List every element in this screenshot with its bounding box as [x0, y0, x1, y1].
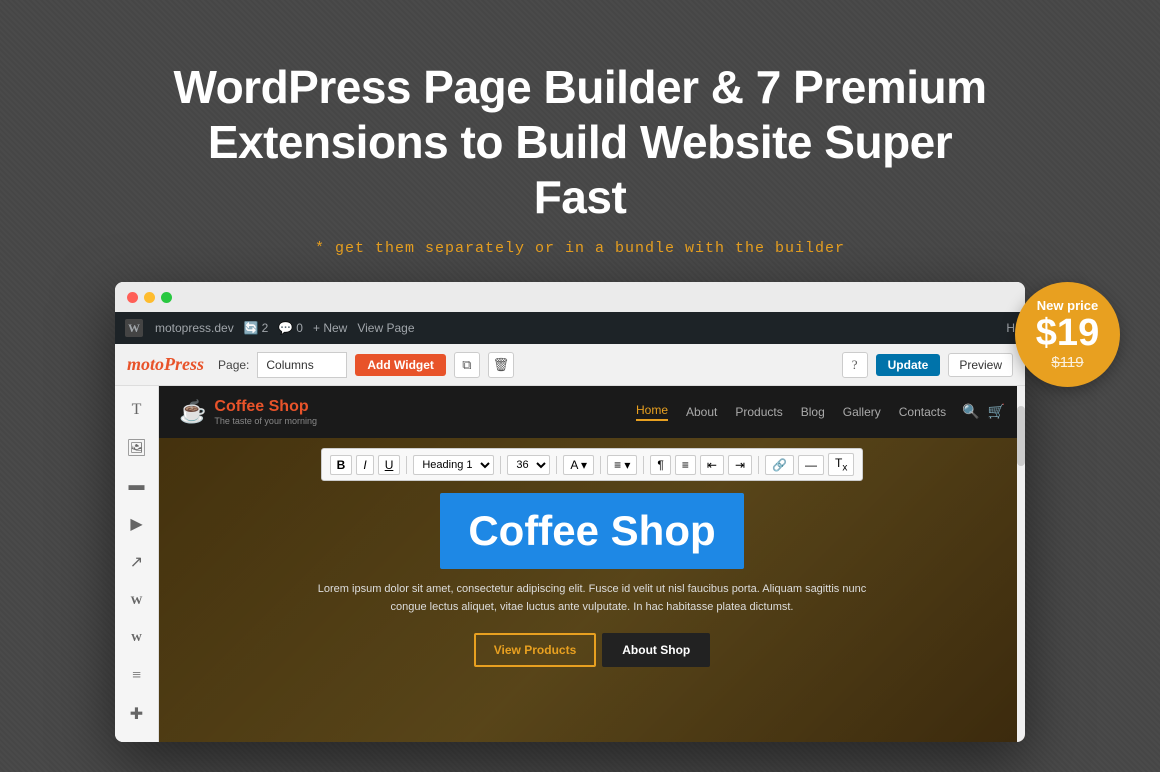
rte-fontsize-select[interactable]: 36	[507, 455, 550, 475]
sidebar-icon-image[interactable]: 🖼	[121, 432, 153, 464]
sidebar-icon-wp[interactable]: W	[121, 584, 153, 616]
site-nav: ☕ Coffee Shop The taste of your morning …	[159, 386, 1025, 438]
site-nav-products[interactable]: Products	[735, 405, 782, 419]
site-logo-name: Coffee Shop	[214, 398, 317, 416]
coffee-shop-heading: Coffee Shop	[468, 507, 715, 554]
price-badge: New price $19 $119	[1015, 282, 1120, 387]
wp-view-page[interactable]: View Page	[357, 321, 414, 335]
browser-window: W motopress.dev 🔄 2 💬 0 + New View Pag	[115, 282, 1025, 742]
wp-updates[interactable]: 🔄 2	[244, 321, 269, 335]
cta-buttons: View Products About Shop	[474, 633, 710, 667]
rte-italic-btn[interactable]: I	[356, 455, 373, 475]
rte-clear-btn[interactable]: Tx	[828, 453, 854, 476]
rte-bold-btn[interactable]: B	[330, 455, 353, 475]
rte-indent-btn[interactable]: ⇤	[700, 455, 724, 475]
wp-admin-bar: W motopress.dev 🔄 2 💬 0 + New View Pag	[115, 312, 1025, 344]
mp-toolbar: motoPress Page: Add Widget ⧉ 🗑 ? Update …	[115, 344, 1025, 386]
mp-page-label: Page:	[218, 358, 249, 372]
wp-admin-bar-items: motopress.dev 🔄 2 💬 0 + New View Page	[155, 321, 415, 335]
mp-page-input[interactable]	[257, 352, 347, 378]
main-title: WordPress Page Builder & 7 Premium Exten…	[170, 60, 990, 226]
view-products-btn[interactable]: View Products	[474, 633, 596, 667]
site-nav-about[interactable]: About	[686, 405, 717, 419]
wp-comments[interactable]: 💬 0	[278, 321, 303, 335]
wp-logo-icon: W	[125, 319, 143, 337]
mp-add-widget-btn[interactable]: Add Widget	[355, 354, 446, 376]
mp-help-btn[interactable]: ?	[842, 352, 868, 378]
search-icon[interactable]: 🔍	[962, 404, 979, 421]
cart-icon[interactable]: 🛒	[988, 404, 1005, 421]
builder-body: T 🖼 ▬ ▶ ↗ W W ≡ ✚ ☕ Coffee Shop	[115, 386, 1025, 742]
rte-toolbar: B I U Heading 1 36 A ▾	[321, 448, 864, 481]
sidebar-icon-section[interactable]: ▬	[121, 470, 153, 502]
mp-preview-btn[interactable]: Preview	[948, 353, 1013, 377]
page-background: WordPress Page Builder & 7 Premium Exten…	[0, 0, 1160, 287]
site-logo-icon: ☕	[179, 399, 206, 425]
rte-color-btn[interactable]: A ▾	[563, 455, 594, 475]
site-nav-contacts[interactable]: Contacts	[899, 405, 946, 419]
wp-new-link[interactable]: + New	[313, 321, 347, 335]
price-old: $119	[1051, 354, 1083, 371]
scrollbar-track	[1017, 386, 1025, 742]
content-area: ☕ Coffee Shop The taste of your morning …	[159, 386, 1025, 742]
mp-copy-btn[interactable]: ⧉	[454, 352, 480, 378]
rte-divider-3	[556, 456, 557, 474]
wp-admin-right: H	[1006, 321, 1015, 335]
browser-dot-green[interactable]	[161, 292, 172, 303]
rte-divider-1	[406, 456, 407, 474]
rte-link-btn[interactable]: 🔗	[765, 455, 794, 475]
sidebar-icon-woo[interactable]: W	[121, 622, 153, 654]
price-current: $19	[1036, 313, 1099, 355]
rte-underline-btn[interactable]: U	[378, 455, 401, 475]
wp-site-url[interactable]: motopress.dev	[155, 321, 234, 335]
sidebar-icon-plus[interactable]: ✚	[121, 698, 153, 730]
site-nav-gallery[interactable]: Gallery	[843, 405, 881, 419]
heading-block[interactable]: Coffee Shop	[440, 493, 743, 569]
site-nav-items: Home About Products Blog Gallery Contact…	[636, 403, 946, 421]
site-logo-text: Coffee Shop The taste of your morning	[214, 398, 317, 426]
rte-divider-6	[758, 456, 759, 474]
rte-ul-btn[interactable]: ≡	[675, 455, 696, 475]
site-nav-blog[interactable]: Blog	[801, 405, 825, 419]
site-logo-tagline: The taste of your morning	[214, 416, 317, 426]
rte-divider-4	[600, 456, 601, 474]
mp-logo: motoPress	[127, 354, 204, 375]
about-shop-btn[interactable]: About Shop	[602, 633, 710, 667]
rte-align-btn[interactable]: ≡ ▾	[607, 455, 637, 475]
rte-ol-btn[interactable]: ¶	[650, 455, 670, 475]
scrollbar-thumb[interactable]	[1017, 406, 1025, 466]
browser-dot-red[interactable]	[127, 292, 138, 303]
price-new-label: New price	[1037, 298, 1098, 313]
site-hero: B I U Heading 1 36 A ▾	[159, 438, 1025, 742]
body-text: Lorem ipsum dolor sit amet, consectetur …	[312, 581, 872, 616]
browser-chrome	[115, 282, 1025, 312]
rte-divider-2	[500, 456, 501, 474]
site-nav-home[interactable]: Home	[636, 403, 668, 421]
site-nav-icons: 🔍 🛒	[962, 404, 1005, 421]
hero-section: WordPress Page Builder & 7 Premium Exten…	[0, 0, 1160, 287]
browser-dot-yellow[interactable]	[144, 292, 155, 303]
rte-outdent-btn[interactable]: ⇥	[728, 455, 752, 475]
rte-divider-5	[643, 456, 644, 474]
site-logo-area: ☕ Coffee Shop The taste of your morning	[179, 398, 317, 426]
mp-toolbar-right: ? Update Preview	[842, 352, 1013, 378]
mp-update-btn[interactable]: Update	[876, 354, 941, 376]
hero-subtitle: * get them separately or in a bundle wit…	[0, 240, 1160, 257]
sidebar-icon-text[interactable]: T	[121, 394, 153, 426]
rte-heading-select[interactable]: Heading 1	[413, 455, 494, 475]
sidebar-icon-media[interactable]: ▶	[121, 508, 153, 540]
left-sidebar: T 🖼 ▬ ▶ ↗ W W ≡ ✚	[115, 386, 159, 742]
rte-dash-btn[interactable]: —	[798, 455, 824, 475]
sidebar-icon-import[interactable]: ↗	[121, 546, 153, 578]
mp-delete-btn[interactable]: 🗑	[488, 352, 514, 378]
sidebar-icon-layout[interactable]: ≡	[121, 660, 153, 692]
